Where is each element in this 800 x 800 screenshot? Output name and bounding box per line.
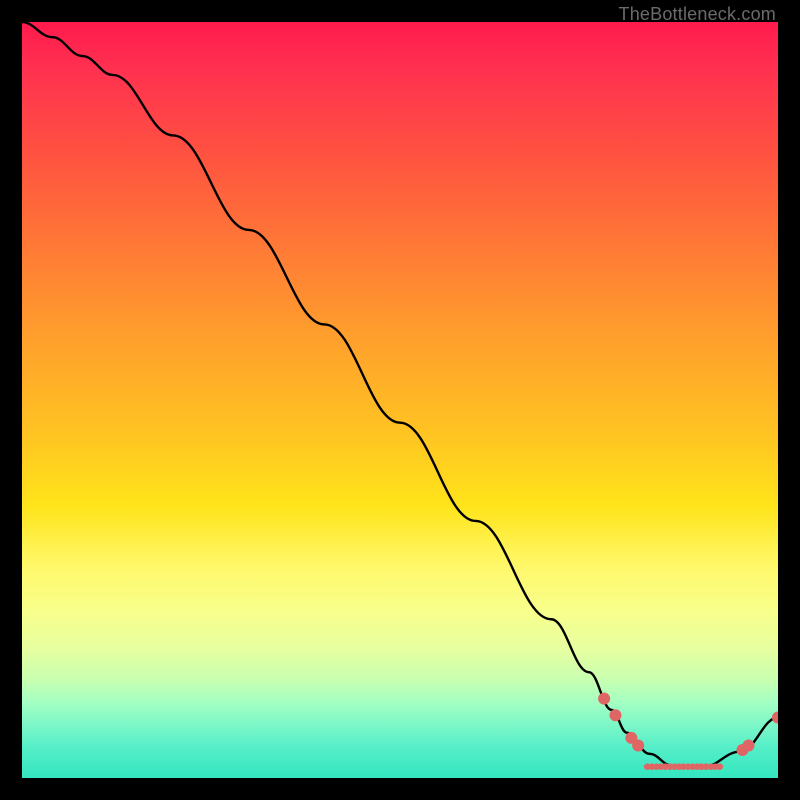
chart-overlay xyxy=(22,22,778,778)
curve-line xyxy=(22,22,778,767)
data-marker xyxy=(632,739,644,751)
data-marker xyxy=(743,739,755,751)
data-marker xyxy=(598,693,610,705)
plot-area xyxy=(22,22,778,778)
data-marker xyxy=(772,712,778,724)
data-marker xyxy=(609,709,621,721)
watermark-text: TheBottleneck.com xyxy=(619,4,776,25)
data-marker xyxy=(716,763,723,770)
chart-stage: TheBottleneck.com xyxy=(0,0,800,800)
